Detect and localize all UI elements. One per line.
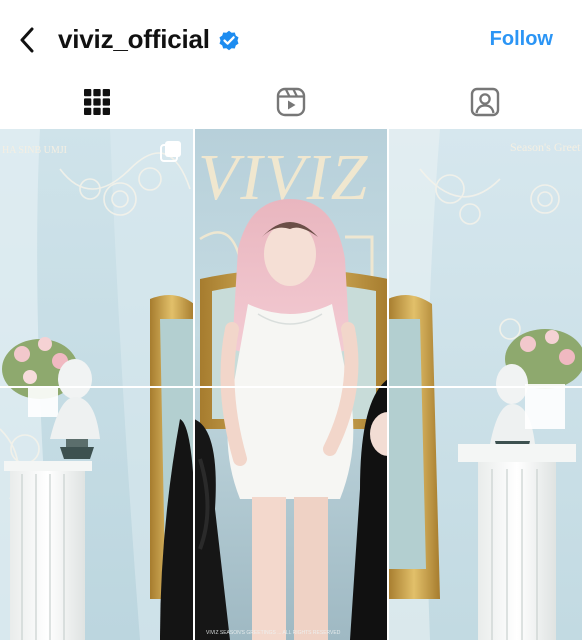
post-tile-4[interactable] [0,387,194,640]
chevron-left-icon [20,27,34,53]
grid-icon [84,89,110,115]
carousel-icon [160,141,181,162]
profile-header: viviz_official Follow [0,0,582,80]
tab-posts-grid[interactable] [0,80,194,124]
tab-reels[interactable] [194,80,388,124]
verified-badge-icon [217,28,241,52]
tab-tagged[interactable] [388,80,582,124]
post-tile-1[interactable] [0,129,194,387]
tagged-icon [470,87,500,117]
reels-icon [276,87,306,117]
username: viviz_official [58,24,210,54]
grid-divider [387,129,389,640]
username-row: viviz_official [58,24,241,55]
grid-divider [193,129,195,640]
follow-button[interactable]: Follow [490,28,553,51]
back-button[interactable] [12,22,42,58]
grid-divider [0,386,582,388]
profile-tabs [0,80,582,128]
post-tile-3[interactable] [388,129,582,387]
posts-grid: HA SINB UMJI VIVIZ VIVIZ SEASON'S GREETI… [0,129,582,640]
post-tile-2[interactable] [194,129,388,387]
post-tile-5[interactable] [194,387,388,640]
post-tile-6[interactable] [388,387,582,640]
